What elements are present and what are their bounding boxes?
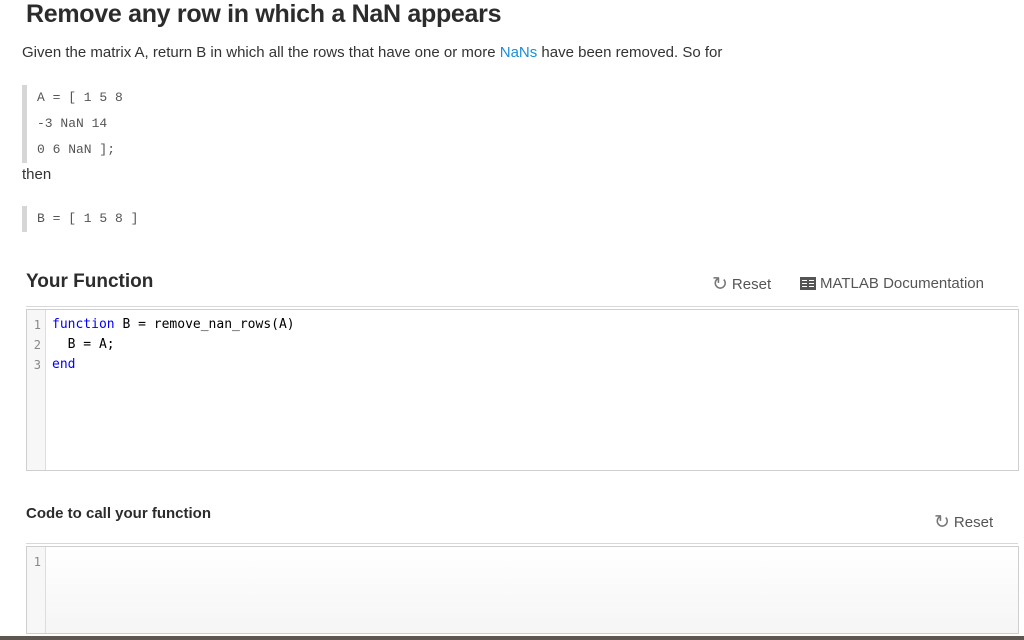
call-function-title: Code to call your function — [26, 505, 212, 522]
reset-label: Reset — [731, 276, 772, 293]
function-reset-button[interactable]: ↻ Reset — [712, 275, 771, 294]
code-content[interactable]: function B = remove_nan_rows(A) B = A; e… — [52, 315, 295, 375]
example-a-line: -3 NaN 14 — [37, 116, 108, 131]
section-divider — [26, 543, 1018, 544]
code-line[interactable]: B = A; — [52, 335, 295, 355]
line-number-gutter: 1 — [27, 547, 46, 633]
bottom-edge — [0, 636, 1024, 640]
problem-title: Remove any row in which a NaN appears — [26, 0, 502, 28]
example-a-line: A = [ 1 5 8 — [37, 90, 123, 105]
line-number-gutter: 1 2 3 — [27, 310, 46, 470]
line-number: 1 — [33, 555, 41, 569]
description-text-before: Given the matrix A, return B in which al… — [22, 44, 500, 61]
code-line[interactable]: function B = remove_nan_rows(A) — [52, 315, 295, 335]
call-code-editor[interactable]: 1 — [26, 546, 1019, 634]
nans-link[interactable]: NaNs — [500, 44, 538, 61]
matlab-documentation-link[interactable]: MATLAB Documentation — [800, 275, 984, 292]
code-text: B = A; — [52, 337, 115, 352]
your-function-title: Your Function — [26, 271, 154, 292]
book-icon — [800, 277, 816, 290]
line-number: 3 — [33, 358, 41, 372]
problem-description: Given the matrix A, return B in which al… — [22, 44, 722, 61]
call-reset-button[interactable]: ↻ Reset — [934, 513, 993, 532]
code-keyword: function — [52, 317, 115, 332]
refresh-icon: ↻ — [712, 274, 728, 295]
example-matrix-b: B = [ 1 5 8 ] — [22, 206, 138, 232]
example-a-line: 0 6 NaN ]; — [37, 142, 116, 157]
section-divider — [26, 306, 1018, 307]
example-b-line: B = [ 1 5 8 ] — [37, 211, 139, 226]
code-keyword: end — [52, 357, 76, 372]
function-code-editor[interactable]: 1 2 3 function B = remove_nan_rows(A) B … — [26, 309, 1019, 471]
reset-label: Reset — [953, 514, 994, 531]
line-number: 1 — [33, 318, 41, 332]
code-line[interactable]: end — [52, 355, 295, 375]
code-text: B = remove_nan_rows(A) — [114, 317, 295, 332]
line-number: 2 — [33, 338, 41, 352]
documentation-label: MATLAB Documentation — [820, 275, 984, 292]
example-matrix-a: A = [ 1 5 8 -3 NaN 14 0 6 NaN ]; — [22, 85, 123, 163]
description-text-after: have been removed. So for — [537, 44, 723, 61]
refresh-icon: ↻ — [934, 512, 950, 533]
then-label: then — [22, 166, 52, 183]
